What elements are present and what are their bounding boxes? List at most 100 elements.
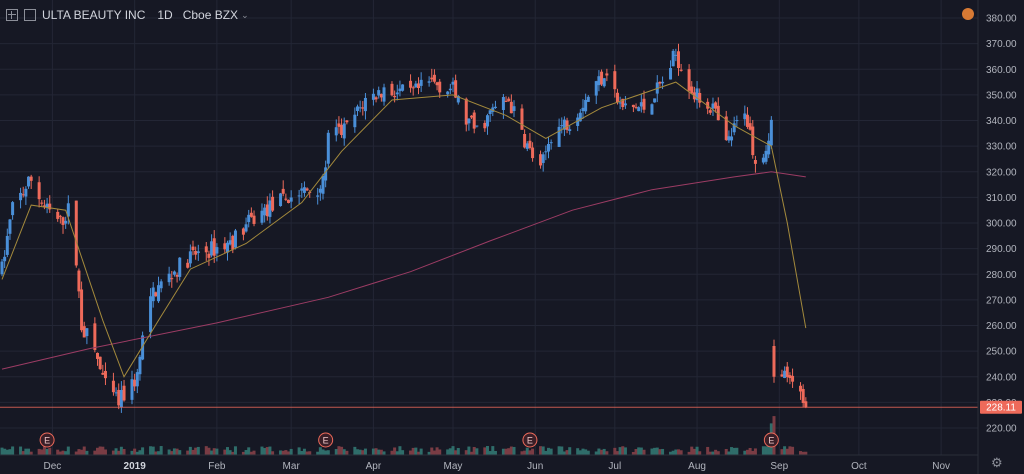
candle-body[interactable] xyxy=(671,50,675,67)
add-symbol-icon[interactable] xyxy=(6,9,18,21)
candle-body[interactable] xyxy=(637,107,641,112)
candle-body[interactable] xyxy=(64,220,68,224)
candle-body[interactable] xyxy=(191,246,195,251)
candle-body[interactable] xyxy=(520,108,524,130)
candle-body[interactable] xyxy=(279,193,283,207)
candle-body[interactable] xyxy=(337,123,341,127)
candle-body[interactable] xyxy=(767,140,771,155)
candle-body[interactable] xyxy=(96,352,100,359)
candle-body[interactable] xyxy=(241,228,245,235)
earnings-marker[interactable]: E xyxy=(318,432,334,448)
candle-body[interactable] xyxy=(98,356,102,370)
candle-body[interactable] xyxy=(130,379,134,400)
candle-body[interactable] xyxy=(467,118,471,124)
candle-body[interactable] xyxy=(297,195,301,197)
candle-body[interactable] xyxy=(653,98,657,103)
alert-icon[interactable] xyxy=(962,8,974,20)
candle-body[interactable] xyxy=(361,107,365,109)
candle-body[interactable] xyxy=(377,90,381,96)
candle-body[interactable] xyxy=(247,214,251,223)
candle-body[interactable] xyxy=(504,100,508,102)
candle-body[interactable] xyxy=(3,256,7,262)
candle-body[interactable] xyxy=(305,188,309,191)
candle-body[interactable] xyxy=(509,101,513,114)
candle-body[interactable] xyxy=(374,97,378,100)
candle-body[interactable] xyxy=(149,296,153,333)
candle-body[interactable] xyxy=(363,97,367,112)
candle-body[interactable] xyxy=(745,114,749,127)
candle-body[interactable] xyxy=(676,51,680,69)
candle-body[interactable] xyxy=(74,200,78,266)
candle-body[interactable] xyxy=(541,154,545,163)
candle-body[interactable] xyxy=(485,115,489,127)
earnings-marker[interactable]: E xyxy=(763,432,779,448)
exchange-label[interactable]: Cboe BZX xyxy=(183,8,238,22)
chart-header[interactable]: ULTA BEAUTY INC 1D Cboe BZX ⌄ xyxy=(6,5,249,25)
candle-body[interactable] xyxy=(151,287,155,302)
candle-body[interactable] xyxy=(751,126,755,156)
candle-body[interactable] xyxy=(172,271,176,275)
candle-body[interactable] xyxy=(11,202,15,216)
candle-body[interactable] xyxy=(21,194,25,196)
candle-body[interactable] xyxy=(321,175,325,194)
candle-body[interactable] xyxy=(417,83,421,89)
candle-body[interactable] xyxy=(631,104,635,108)
candle-body[interactable] xyxy=(764,150,768,162)
candle-body[interactable] xyxy=(783,370,787,379)
candle-body[interactable] xyxy=(411,87,415,89)
candle-body[interactable] xyxy=(207,253,211,258)
candle-body[interactable] xyxy=(735,120,739,122)
candle-body[interactable] xyxy=(669,68,673,80)
candle-body[interactable] xyxy=(122,385,126,401)
candle-body[interactable] xyxy=(501,97,505,110)
candle-body[interactable] xyxy=(528,140,532,149)
candle-body[interactable] xyxy=(159,281,163,289)
candle-body[interactable] xyxy=(451,81,455,85)
candle-body[interactable] xyxy=(708,110,712,113)
candle-body[interactable] xyxy=(743,113,747,120)
candle-body[interactable] xyxy=(488,110,492,115)
candle-body[interactable] xyxy=(215,247,219,254)
candle-body[interactable] xyxy=(539,154,543,166)
candle-body[interactable] xyxy=(523,134,527,148)
candle-body[interactable] xyxy=(231,235,235,250)
candle-body[interactable] xyxy=(233,230,237,248)
candle-body[interactable] xyxy=(785,366,789,377)
candle-body[interactable] xyxy=(260,210,264,223)
candle-body[interactable] xyxy=(557,126,561,147)
candle-body[interactable] xyxy=(249,212,253,217)
candle-body[interactable] xyxy=(605,73,609,76)
candle-body[interactable] xyxy=(0,261,4,275)
candle-body[interactable] xyxy=(318,188,322,193)
candle-body[interactable] xyxy=(594,81,598,96)
candle-body[interactable] xyxy=(212,238,216,256)
candle-body[interactable] xyxy=(80,289,84,331)
interval-label[interactable]: 1D xyxy=(157,8,172,22)
candle-body[interactable] xyxy=(432,74,436,82)
candle-body[interactable] xyxy=(687,69,691,91)
candle-body[interactable] xyxy=(586,96,590,102)
candle-body[interactable] xyxy=(512,106,516,111)
candle-body[interactable] xyxy=(483,122,487,129)
candle-body[interactable] xyxy=(61,217,65,225)
candle-body[interactable] xyxy=(613,71,617,90)
candle-body[interactable] xyxy=(602,78,606,87)
candle-body[interactable] xyxy=(753,160,757,164)
candle-body[interactable] xyxy=(435,82,439,86)
candle-body[interactable] xyxy=(780,374,784,377)
candle-body[interactable] xyxy=(85,328,89,337)
candle-body[interactable] xyxy=(711,103,715,109)
candle-body[interactable] xyxy=(188,251,192,264)
candle-body[interactable] xyxy=(135,372,139,387)
candle-body[interactable] xyxy=(93,323,97,350)
candle-body[interactable] xyxy=(175,274,179,277)
candle-body[interactable] xyxy=(618,102,622,104)
candle-body[interactable] xyxy=(228,240,232,245)
candle-body[interactable] xyxy=(769,119,773,146)
candle-body[interactable] xyxy=(674,54,678,56)
candle-body[interactable] xyxy=(40,202,44,204)
candle-body[interactable] xyxy=(642,98,646,110)
candle-body[interactable] xyxy=(271,196,275,211)
candle-body[interactable] xyxy=(419,79,423,86)
candle-body[interactable] xyxy=(727,136,731,141)
